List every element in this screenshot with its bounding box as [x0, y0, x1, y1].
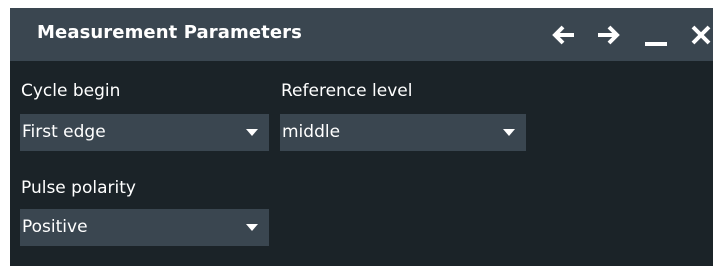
reference-level-value: middle — [282, 122, 341, 142]
measurement-parameters-dialog: Measurement Parameters Cycle begin First… — [10, 8, 713, 266]
arrow-right-icon — [598, 25, 620, 45]
chevron-down-icon — [246, 129, 258, 136]
reference-level-label: Reference level — [281, 81, 413, 101]
back-button[interactable] — [550, 21, 578, 49]
minimize-icon — [645, 42, 667, 46]
cycle-begin-dropdown[interactable]: First edge — [20, 114, 269, 151]
cycle-begin-label: Cycle begin — [21, 81, 121, 101]
reference-level-dropdown[interactable]: middle — [280, 114, 526, 151]
chevron-down-icon — [503, 129, 515, 136]
dialog-title: Measurement Parameters — [37, 22, 302, 43]
chevron-down-icon — [246, 224, 258, 231]
cycle-begin-value: First edge — [22, 122, 106, 142]
close-icon — [691, 25, 711, 45]
pulse-polarity-value: Positive — [22, 217, 88, 237]
close-button[interactable] — [688, 21, 713, 49]
pulse-polarity-label: Pulse polarity — [21, 178, 136, 198]
arrow-left-icon — [552, 25, 574, 45]
forward-button[interactable] — [594, 21, 622, 49]
minimize-button[interactable] — [642, 21, 670, 49]
pulse-polarity-dropdown[interactable]: Positive — [20, 209, 269, 246]
dialog-titlebar[interactable]: Measurement Parameters — [10, 8, 713, 61]
